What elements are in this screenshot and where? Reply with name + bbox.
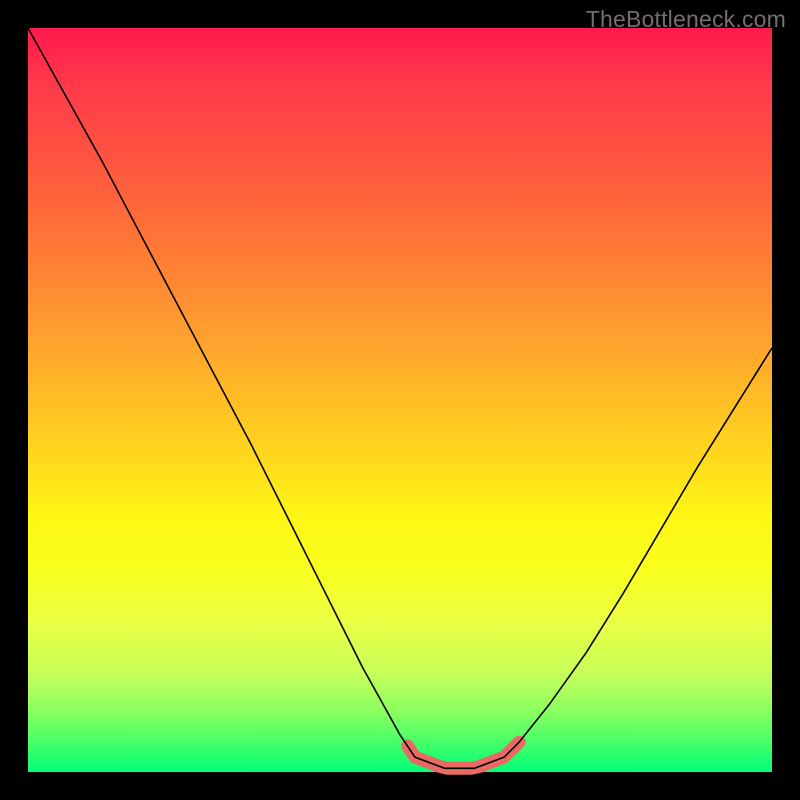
optimal-range-highlight [407,742,519,768]
bottleneck-curve [28,28,772,768]
curve-svg [28,28,772,772]
plot-area [28,28,772,772]
chart-frame: TheBottleneck.com [0,0,800,800]
